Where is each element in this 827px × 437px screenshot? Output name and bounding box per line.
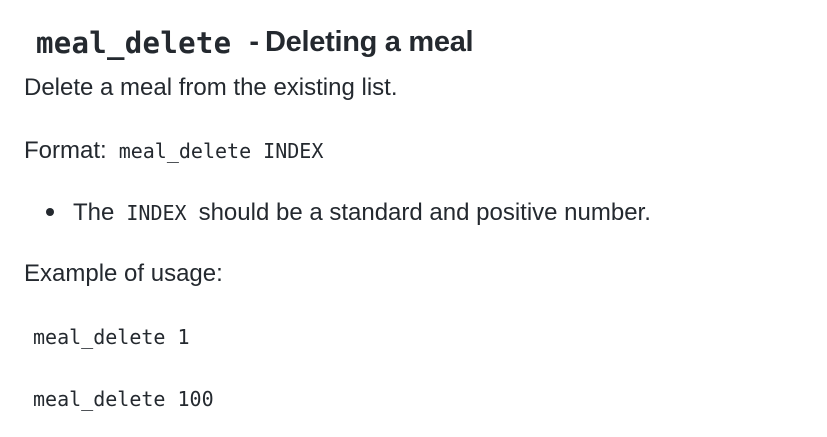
example-code-line: meal_delete 100 — [33, 387, 214, 411]
example-code-line: meal_delete 1 — [33, 325, 190, 349]
bullet-suffix: should be a standard and positive number… — [198, 199, 651, 226]
example-label: Example of usage: — [24, 260, 223, 287]
heading-command-code: meal_delete — [36, 25, 232, 60]
document-page: meal_delete - Deleting a meal Delete a m… — [0, 0, 827, 437]
format-code: meal_delete INDEX — [118, 139, 324, 163]
format-line: Format: meal_delete INDEX — [24, 137, 323, 165]
bullet-dot-icon — [46, 208, 54, 216]
bullet-item: The INDEX should be a standard and posit… — [46, 199, 651, 227]
bullet-code: INDEX — [126, 201, 187, 225]
heading-separator: - — [249, 26, 260, 59]
heading-title: Deleting a meal — [265, 26, 474, 59]
section-heading: meal_delete - Deleting a meal — [36, 23, 474, 63]
bullet-prefix: The — [73, 199, 115, 226]
description-text: Delete a meal from the existing list. — [24, 74, 398, 101]
format-label: Format: — [24, 137, 107, 164]
